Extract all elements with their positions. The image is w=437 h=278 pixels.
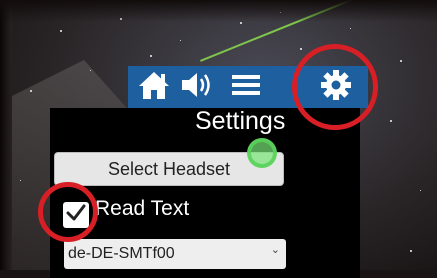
star — [180, 40, 181, 41]
star — [390, 120, 392, 122]
star — [90, 70, 91, 71]
menu-icon — [231, 73, 261, 102]
read-text-label: Read Text — [95, 197, 190, 220]
gaze-cursor — [247, 138, 277, 168]
home-icon — [137, 69, 171, 106]
star — [60, 30, 62, 32]
star — [20, 180, 21, 181]
viewport-edge — [0, 0, 437, 22]
viewport-edge — [0, 0, 12, 270]
voice-dropdown[interactable]: de-DE-SMTf00 ⌄ — [64, 239, 286, 269]
chevron-down-icon: ⌄ — [270, 244, 280, 256]
settings-highlight-circle — [292, 44, 378, 130]
menu-button[interactable] — [226, 66, 266, 108]
star — [240, 22, 242, 24]
sound-button[interactable] — [176, 66, 216, 108]
star — [150, 55, 152, 57]
settings-title: Settings — [195, 107, 286, 135]
voice-dropdown-value: de-DE-SMTf00 — [68, 245, 175, 262]
star — [420, 190, 421, 191]
star — [410, 250, 412, 252]
speaker-icon — [179, 70, 213, 105]
home-button[interactable] — [134, 66, 174, 108]
star — [300, 48, 302, 50]
star — [350, 28, 351, 29]
star — [30, 90, 32, 92]
checkbox-highlight-circle — [38, 182, 98, 242]
star — [400, 60, 402, 62]
